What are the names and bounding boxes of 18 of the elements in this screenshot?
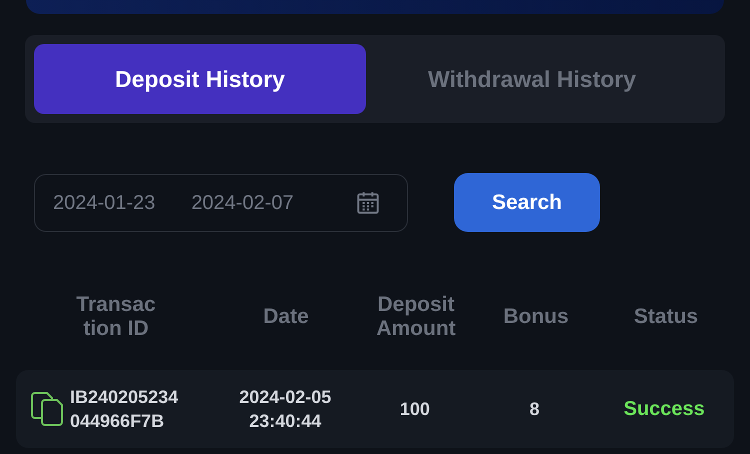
date-range-field[interactable]: 2024-01-23 2024-02-07 xyxy=(34,174,408,232)
copy-icon[interactable] xyxy=(30,391,64,427)
bonus-amount: 8 xyxy=(530,398,540,421)
deposit-amount: 100 xyxy=(400,398,430,421)
column-header: Transac tion ID xyxy=(76,293,156,341)
column-header: Date xyxy=(263,305,309,329)
history-tab[interactable]: Deposit History xyxy=(34,44,366,114)
calendar-icon xyxy=(355,190,381,216)
search-button[interactable]: Search xyxy=(454,173,600,232)
column-header: Bonus xyxy=(503,305,569,329)
column-header: Deposit Amount xyxy=(376,293,456,341)
start-date: 2024-01-23 xyxy=(53,190,156,216)
end-date: 2024-02-07 xyxy=(191,190,294,216)
column-header: Status xyxy=(634,305,698,329)
transaction-id: IB240205234 044966F7B xyxy=(70,386,178,433)
status-text: Success xyxy=(624,397,705,421)
transaction-date: 2024-02-05 23:40:44 xyxy=(239,386,332,433)
history-tab[interactable]: Withdrawal History xyxy=(366,44,698,114)
